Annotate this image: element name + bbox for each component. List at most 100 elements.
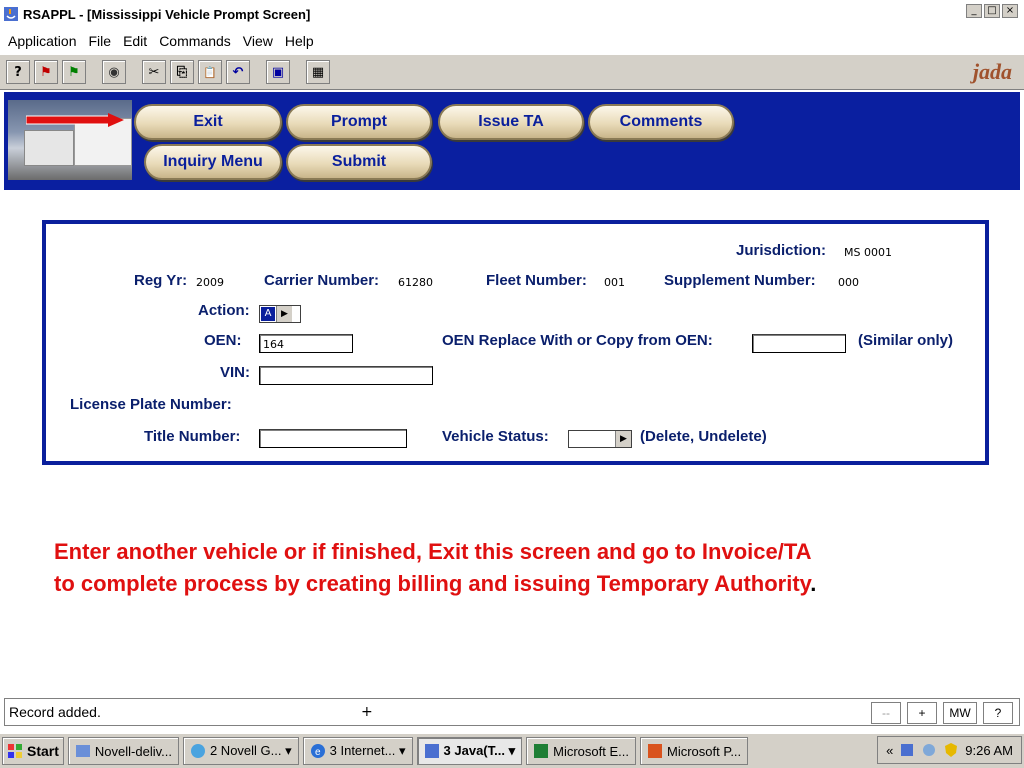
java-app-icon <box>4 7 18 21</box>
title-number-label: Title Number: <box>144 428 241 445</box>
task-microsoft-excel[interactable]: Microsoft E... <box>526 737 636 765</box>
task-label: Microsoft P... <box>666 743 742 759</box>
excel-icon <box>534 744 549 758</box>
task-label: 2 Novell G... ▾ <box>209 743 292 758</box>
oen-input[interactable]: 164 <box>259 334 353 353</box>
flag-icon[interactable]: ⚑ <box>34 60 58 84</box>
cut-icon[interactable]: ✂ <box>142 60 166 84</box>
maximize-button[interactable]: □ <box>984 4 1000 18</box>
inquiry-menu-button[interactable]: Inquiry Menu <box>144 144 282 180</box>
jurisdiction-value: MS 0001 <box>844 246 892 259</box>
fleet-number-value: 001 <box>604 276 625 289</box>
menu-commands[interactable]: Commands <box>159 33 231 49</box>
status-mw-button[interactable]: MW <box>943 702 977 724</box>
nav-banner: Exit Prompt Issue TA Comments Inquiry Me… <box>4 92 1020 190</box>
start-label: Start <box>27 743 59 759</box>
vehicle-status-select[interactable]: ▶ <box>568 430 632 448</box>
issue-ta-button[interactable]: Issue TA <box>438 104 584 140</box>
status-bar: Record added. + -- + MW ? <box>4 698 1020 726</box>
vin-label: VIN: <box>220 364 250 381</box>
svg-text:e: e <box>315 747 321 758</box>
calculator-icon[interactable]: ▦ <box>306 60 330 84</box>
comments-button[interactable]: Comments <box>588 104 734 140</box>
truck-cab <box>24 130 74 166</box>
red-arrow-icon <box>26 113 124 127</box>
menu-bar: Application File Edit Commands View Help <box>0 28 1024 54</box>
task-novell-delivery[interactable]: Novell-deliv... <box>67 737 179 765</box>
carrier-number-value: 61280 <box>398 276 433 289</box>
tray-expand-button[interactable]: « <box>886 743 893 758</box>
menu-help[interactable]: Help <box>285 33 314 49</box>
status-marker: + <box>361 704 373 720</box>
submit-button[interactable]: Submit <box>286 144 432 180</box>
menu-view[interactable]: View <box>243 33 273 49</box>
action-dropdown-arrow-icon[interactable]: ▶ <box>276 306 292 322</box>
reg-yr-value: 2009 <box>196 276 224 289</box>
help-icon[interactable]: ? <box>6 60 30 84</box>
instruction-period: . <box>810 571 817 596</box>
task-java[interactable]: 3 Java(T... ▾ <box>416 737 523 765</box>
oen-label: OEN: <box>204 332 242 349</box>
globe-icon <box>190 744 205 758</box>
task-microsoft-powerpoint[interactable]: Microsoft P... <box>639 737 749 765</box>
truck-image <box>8 100 132 180</box>
status-plus-button[interactable]: + <box>907 702 937 724</box>
status-dash-button[interactable]: -- <box>871 702 901 724</box>
oen-replace-label: OEN Replace With or Copy from OEN: <box>442 332 713 349</box>
task-novell-group[interactable]: 2 Novell G... ▾ <box>182 737 299 765</box>
instruction-line-2: to complete process by creating billing … <box>54 571 811 596</box>
clock: 9:26 AM <box>965 742 1013 758</box>
status-message: Record added. <box>9 704 101 720</box>
taskbar: Start Novell-deliv... 2 Novell G... ▾ e … <box>0 732 1024 768</box>
save-icon[interactable]: ▣ <box>266 60 290 84</box>
vehicle-status-value <box>569 431 615 447</box>
license-plate-label: License Plate Number: <box>70 396 232 413</box>
start-button[interactable]: Start <box>2 737 64 765</box>
prompt-button[interactable]: Prompt <box>286 104 432 140</box>
instruction-line-1: Enter another vehicle or if finished, Ex… <box>54 539 812 564</box>
ie-icon: e <box>310 744 325 758</box>
novell-icon <box>75 745 90 757</box>
title-number-input[interactable] <box>259 429 407 448</box>
network-icon[interactable] <box>921 742 937 758</box>
window-controls: _ □ × <box>966 4 1018 18</box>
toolbar: ? ⚑ ⚑ ◉ ✂ ⎘ 📋 ↶ ▣ ▦ jada <box>0 54 1024 90</box>
menu-edit[interactable]: Edit <box>123 33 147 49</box>
vehicle-status-hint: (Delete, Undelete) <box>640 428 767 445</box>
menu-application[interactable]: Application <box>8 33 77 49</box>
vehicle-status-dropdown-arrow-icon[interactable]: ▶ <box>615 431 631 447</box>
action-label: Action: <box>198 302 250 319</box>
view-icon[interactable]: ◉ <box>102 60 126 84</box>
task-label: 3 Java(T... ▾ <box>443 743 516 758</box>
title-bar[interactable]: RSAPPL - [Mississippi Vehicle Prompt Scr… <box>0 0 1024 28</box>
task-label: Microsoft E... <box>553 743 629 759</box>
jurisdiction-label: Jurisdiction: <box>736 242 827 259</box>
java-icon <box>424 744 439 758</box>
supplement-number-value: 000 <box>838 276 859 289</box>
java-tray-icon[interactable] <box>899 742 915 758</box>
flag2-icon[interactable]: ⚑ <box>62 60 86 84</box>
powerpoint-icon <box>647 744 662 758</box>
minimize-button[interactable]: _ <box>966 4 982 18</box>
system-tray: « 9:26 AM <box>877 736 1022 764</box>
vehicle-prompt-form: Jurisdiction: MS 0001 Reg Yr: 2009 Carri… <box>42 220 989 465</box>
carrier-number-label: Carrier Number: <box>264 272 380 289</box>
windows-logo-icon <box>8 744 22 758</box>
paste-icon[interactable]: 📋 <box>198 60 222 84</box>
menu-file[interactable]: File <box>89 33 112 49</box>
close-button[interactable]: × <box>1002 4 1018 18</box>
copy-icon[interactable]: ⎘ <box>170 60 194 84</box>
task-internet-explorer[interactable]: e 3 Internet... ▾ <box>302 737 413 765</box>
fleet-number-label: Fleet Number: <box>486 272 587 289</box>
vin-input[interactable] <box>259 366 433 385</box>
undo-icon[interactable]: ↶ <box>226 60 250 84</box>
oen-replace-input[interactable] <box>752 334 846 353</box>
action-value: A <box>261 307 275 321</box>
status-help-button[interactable]: ? <box>983 702 1013 724</box>
shield-icon[interactable] <box>943 742 959 758</box>
instruction-note: Enter another vehicle or if finished, Ex… <box>54 536 974 600</box>
app-window: RSAPPL - [Mississippi Vehicle Prompt Scr… <box>0 0 1024 768</box>
action-select[interactable]: A ▶ <box>259 305 301 323</box>
exit-button[interactable]: Exit <box>134 104 282 140</box>
similar-only-label: (Similar only) <box>858 332 954 349</box>
